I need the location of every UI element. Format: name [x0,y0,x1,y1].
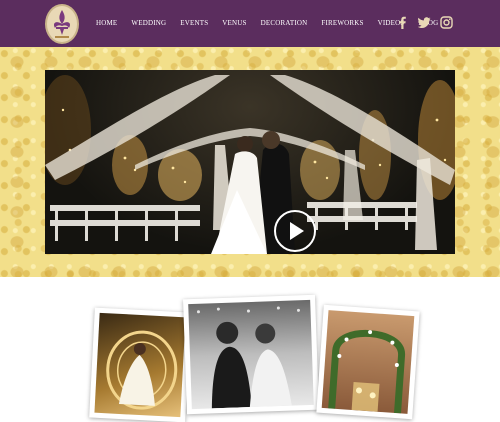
nav-home[interactable]: HOME [96,19,117,27]
nav-venus[interactable]: VENUS [222,19,246,27]
hero-wedding-video[interactable] [45,70,455,254]
social-links [396,16,453,29]
nav-events[interactable]: EVENTS [180,19,208,27]
facebook-icon[interactable] [396,16,409,29]
site-header: HOME WEDDING EVENTS VENUS DECORATION FIR… [0,0,500,47]
nav-fireworks[interactable]: FIREWORKS [321,19,363,27]
play-icon[interactable] [274,210,316,252]
nav-wedding[interactable]: WEDDING [131,19,166,27]
photo-floral-arch[interactable] [316,304,420,420]
twitter-icon[interactable] [417,16,431,29]
photo-bride-carriage[interactable] [89,307,191,422]
fleur-de-lis-logo[interactable] [45,4,79,44]
instagram-icon[interactable] [440,16,453,29]
photo-couple-dance[interactable] [183,294,319,415]
nav-decoration[interactable]: DECORATION [261,19,308,27]
